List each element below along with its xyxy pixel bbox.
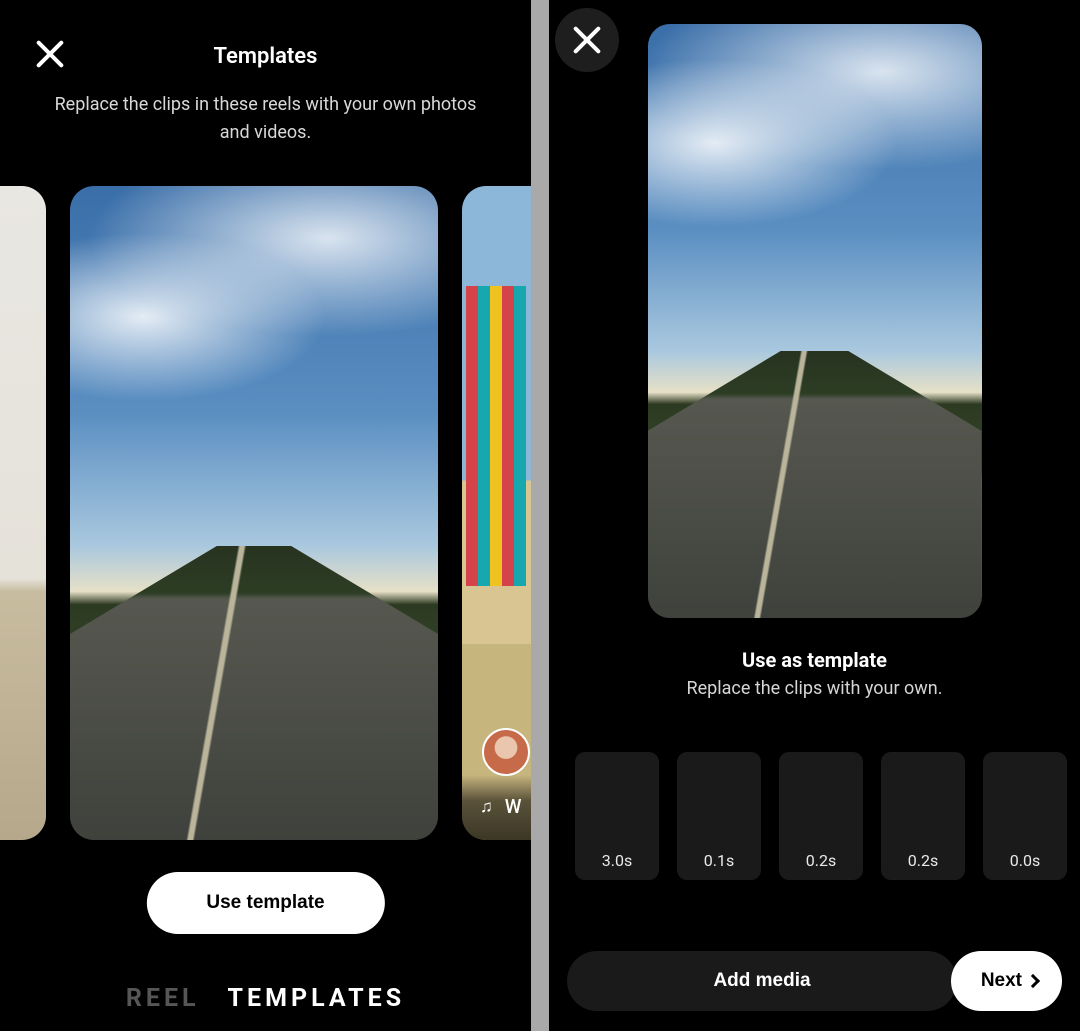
page-title: Templates [0, 44, 531, 69]
author-row: izzydilg [94, 733, 414, 781]
template-carousel[interactable]: izzydilg ♫ Harry Styles • Keep Driving ♫… [0, 186, 531, 840]
page-subtitle: Replace the clips in these reels with yo… [0, 91, 531, 147]
music-row[interactable]: ♫ W [480, 795, 508, 818]
template-subheading: Replace the clips with your own. [549, 678, 1080, 699]
close-icon[interactable] [555, 8, 619, 72]
avatar[interactable] [482, 728, 530, 776]
clip-slot[interactable]: 0.1s [677, 752, 761, 880]
template-text: Use as template Replace the clips with y… [549, 648, 1080, 699]
clip-slot[interactable]: 0.0s [983, 752, 1067, 880]
clip-slot[interactable]: 0.2s [779, 752, 863, 880]
clip-slots[interactable]: 3.0s 0.1s 0.2s 0.2s 0.0s [575, 752, 1080, 880]
author-name: izzydilg [156, 745, 224, 769]
avatar[interactable] [94, 733, 142, 781]
screen-divider [531, 0, 549, 1031]
clip-slot[interactable]: 0.2s [881, 752, 965, 880]
music-title: Harry Styles • Keep Driving [119, 795, 345, 818]
bottom-tabs: REEL TEMPLATES [0, 984, 531, 1013]
next-label: Next [981, 970, 1022, 992]
music-icon: ♫ [480, 797, 493, 817]
header: Templates Replace the clips in these ree… [0, 0, 531, 147]
close-icon[interactable] [34, 38, 66, 70]
clip-slot[interactable]: 3.0s [575, 752, 659, 880]
tab-templates[interactable]: TEMPLATES [228, 984, 406, 1013]
tab-reel[interactable]: REEL [126, 984, 200, 1013]
template-editor-screen: Use as template Replace the clips with y… [549, 0, 1080, 1031]
music-row[interactable]: ♫ Harry Styles • Keep Driving [94, 795, 414, 818]
music-title: W [505, 795, 522, 818]
music-icon: ♫ [94, 797, 107, 817]
card-footer: izzydilg ♫ Harry Styles • Keep Driving [70, 713, 438, 840]
chevron-right-icon [1026, 974, 1040, 988]
use-template-button[interactable]: Use template [146, 872, 384, 934]
add-media-button[interactable]: Add media [567, 951, 957, 1011]
template-card[interactable] [0, 186, 46, 840]
template-card[interactable]: izzydilg ♫ Harry Styles • Keep Driving [70, 186, 438, 840]
card-footer: ♫ W [462, 775, 531, 840]
templates-screen: Templates Replace the clips in these ree… [0, 0, 531, 1031]
template-heading: Use as template [549, 648, 1080, 672]
template-card[interactable]: ♫ W [462, 186, 531, 840]
next-button[interactable]: Next [951, 951, 1062, 1011]
template-preview[interactable] [648, 24, 982, 618]
